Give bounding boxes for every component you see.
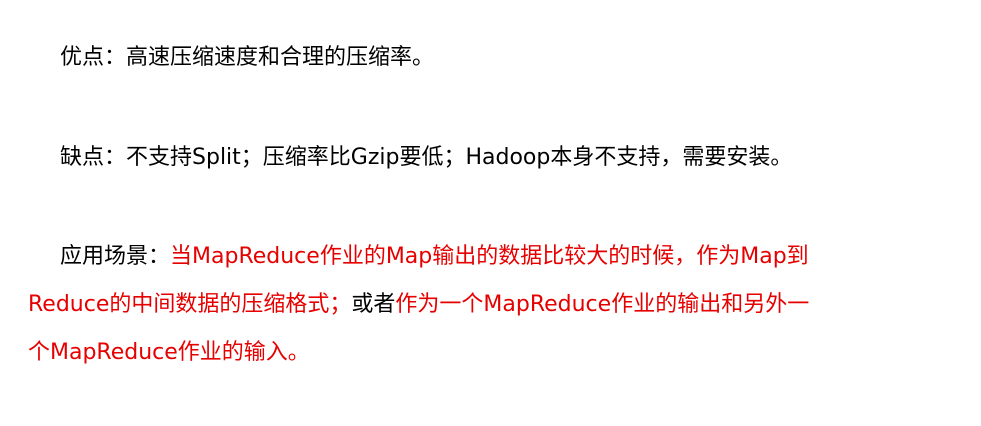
- cons-label: 缺点：: [60, 145, 127, 170]
- pros-paragraph: 优点：高速压缩速度和合理的压缩率。: [28, 34, 981, 82]
- usage-line-2: Reduce的中间数据的压缩格式；或者作为一个MapReduce作业的输出和另外…: [28, 281, 958, 329]
- usage-text-line-2b: 或者: [351, 292, 396, 317]
- usage-text-line-2a: Reduce的中间数据的压缩格式；: [28, 292, 352, 317]
- usage-label: 应用场景：: [60, 244, 171, 269]
- usage-paragraph: 应用场景：当MapReduce作业的Map输出的数据比较大的时候，作为Map到 …: [28, 233, 958, 377]
- cons-text: 不支持Split；压缩率比Gzip要低；Hadoop本身不支持，需要安装。: [126, 145, 793, 170]
- cons-paragraph: 缺点：不支持Split；压缩率比Gzip要低；Hadoop本身不支持，需要安装。: [28, 134, 981, 182]
- usage-line-3: 个MapReduce作业的输入。: [28, 329, 958, 377]
- usage-line-1: 应用场景：当MapReduce作业的Map输出的数据比较大的时候，作为Map到: [28, 233, 958, 281]
- document-page: 优点：高速压缩速度和合理的压缩率。 缺点：不支持Split；压缩率比Gzip要低…: [0, 0, 981, 426]
- usage-text-line-3: 个MapReduce作业的输入。: [28, 340, 310, 365]
- usage-text-line-1: 当MapReduce作业的Map输出的数据比较大的时候，作为Map到: [170, 244, 809, 269]
- pros-text: 高速压缩速度和合理的压缩率。: [126, 45, 435, 70]
- usage-text-line-2c: 作为一个MapReduce作业的输出和另外一: [395, 292, 810, 317]
- pros-label: 优点：: [60, 45, 127, 70]
